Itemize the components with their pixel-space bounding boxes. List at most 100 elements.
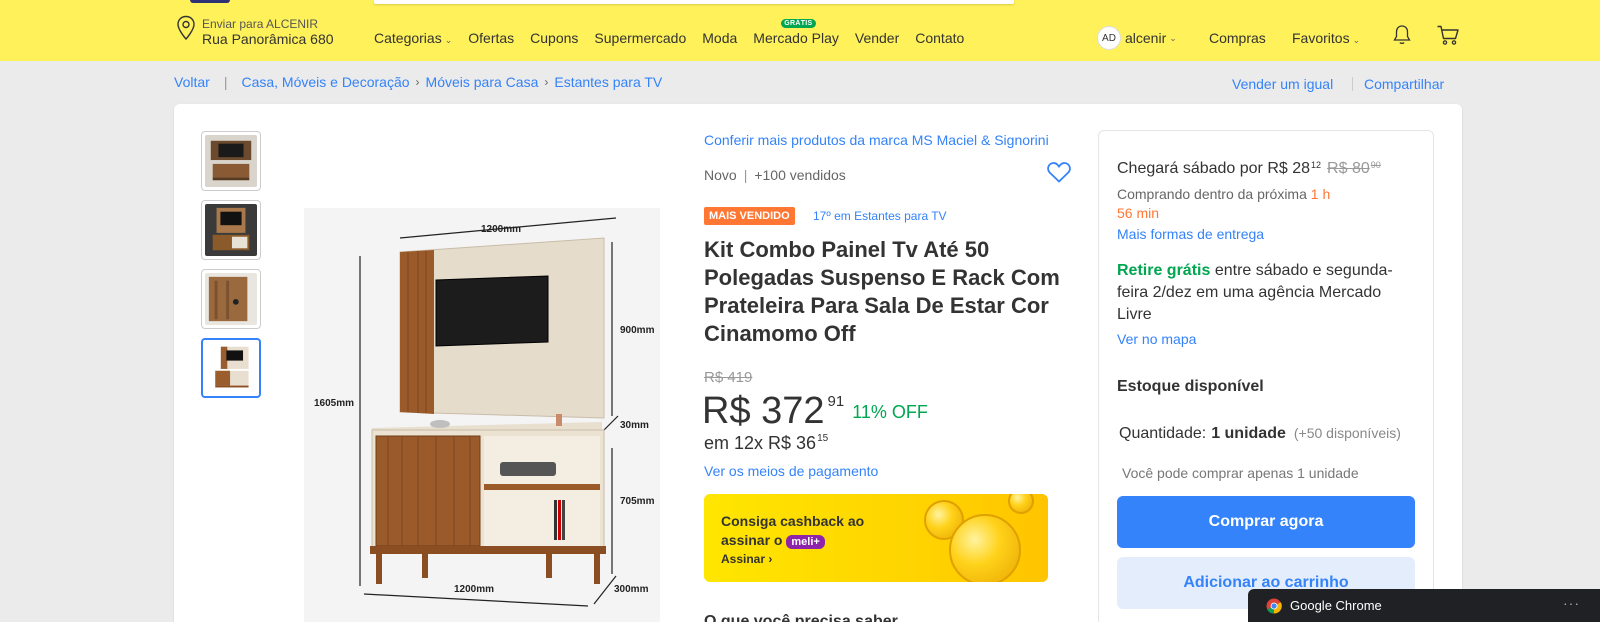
nav-vender[interactable]: Vender [855,30,899,46]
chevron-down-icon: ⌄ [1169,32,1177,43]
product-main-image[interactable]: 1200mm 1605mm 900mm 30mm 705mm 1200mm 30… [304,208,660,622]
stock-status: Estoque disponível [1117,378,1264,395]
original-shipping-cents: 90 [1370,160,1381,170]
breadcrumb-item[interactable]: Móveis para Casa [426,74,539,90]
chevron-right-icon: › [544,75,549,89]
section-heading-peek: O que você precisa saber [704,613,898,622]
nav-mercado-play[interactable]: GRÁTIS Mercado Play [753,19,839,46]
favorite-heart-icon[interactable] [1046,160,1072,184]
coin-icon [949,514,1021,582]
product-image [206,343,256,393]
map-link[interactable]: Ver no mapa [1117,331,1196,347]
original-shipping: R$ 80 90 [1327,160,1381,178]
installments-value: em 12x R$ 36 [704,433,817,453]
price-cents: 91 [827,393,845,410]
gallery-thumbnail[interactable] [201,269,261,329]
compras-link[interactable]: Compras [1209,30,1266,46]
dimension-label: 705mm [620,496,655,507]
nav-label: Categorias [374,30,442,46]
quantity-selector[interactable]: Quantidade: 1 unidade (+50 disponíveis) [1119,425,1401,443]
chevron-down-icon: ⌄ [444,35,453,45]
arrival-cents: 12 [1311,160,1322,170]
cart-icon[interactable] [1436,24,1460,46]
price-value: R$ 372 [702,390,825,432]
arrival-text: Chegará sábado por R$ 28 [1117,160,1311,177]
share-link[interactable]: Compartilhar [1364,76,1444,92]
shipping-cutoff: Comprando dentro da próxima 1 h 56 min [1117,185,1397,223]
gallery-thumbnail[interactable] [201,200,261,260]
search-input[interactable] [374,0,1014,4]
cashback-line: assinar o [721,532,783,548]
gallery-thumbnail[interactable] [201,131,261,191]
delivery-location[interactable]: Enviar para ALCENIR Rua Panorâmica 680 [176,14,334,47]
installments: em 12x R$ 36 15 [704,433,828,454]
nav-label: Mercado Play [753,30,839,46]
notification-title: Google Chrome [1290,598,1382,613]
dimension-label: 1605mm [314,398,354,409]
sell-same-link[interactable]: Vender um igual [1232,76,1333,92]
dimension-label: 1200mm [454,584,494,595]
quantity-available: (+50 disponíveis) [1293,425,1401,441]
nav-categorias[interactable]: Categorias ⌄ [374,30,452,46]
product-image [205,273,257,325]
current-price: R$ 372 91 11% OFF [702,389,928,433]
cashback-banner[interactable]: Consiga cashback ao assinar o meli+ Assi… [704,494,1048,582]
cutoff-time: 56 min [1117,205,1160,221]
main-nav: Categorias ⌄ Ofertas Cupons Supermercado … [374,19,980,46]
payment-methods-link[interactable]: Ver os meios de pagamento [704,463,878,479]
more-options-icon[interactable]: ··· [1563,595,1580,611]
chevron-down-icon: ⌄ [1352,35,1361,45]
dimension-label: 900mm [620,325,655,336]
best-seller-badge: MAIS VENDIDO [704,207,795,225]
meli-plus-logo: meli+ [786,535,825,549]
nav-moda[interactable]: Moda [702,30,737,46]
dimension-label: 1200mm [481,224,521,235]
chrome-icon [1266,598,1282,614]
quantity-label: Quantidade: [1119,425,1207,442]
breadcrumb-item[interactable]: Casa, Móveis e Decoração [241,74,409,90]
location-label: Enviar para ALCENIR [202,17,319,31]
location-pin-icon [177,15,195,41]
coin-icon [1008,494,1034,514]
cashback-line: Consiga cashback ao [721,513,865,529]
location-address: Rua Panorâmica 680 [202,31,334,47]
divider: | [743,167,748,183]
user-name: alcenir [1125,30,1167,46]
back-link[interactable]: Voltar [174,74,210,90]
condition: Novo [704,167,737,183]
favoritos-label: Favoritos [1292,30,1350,46]
dimension-label: 30mm [620,420,649,431]
original-shipping-value: R$ 80 [1327,160,1370,177]
free-badge: GRÁTIS [781,19,816,28]
more-shipping-link[interactable]: Mais formas de entrega [1117,226,1264,242]
cashback-text: Consiga cashback ao assinar o meli+ [721,512,864,550]
nav-contato[interactable]: Contato [915,30,964,46]
subscribe-link[interactable]: Assinar › [721,552,772,566]
pickup-info: Retire grátis entre sábado e segunda-fei… [1117,260,1417,326]
cutoff-text: Comprando dentro da próxima [1117,186,1307,202]
gallery-thumbnail-active[interactable] [201,338,261,398]
cutoff-time: 1 h [1310,186,1331,202]
buy-now-button[interactable]: Comprar agora [1117,496,1415,548]
pickup-free: Retire grátis [1117,262,1211,279]
brand-link[interactable]: Conferir mais produtos da marca MS Macie… [704,132,1049,148]
user-menu[interactable]: AD alcenir ⌄ [1097,26,1177,50]
purchase-limit: Você pode comprar apenas 1 unidade [1122,465,1359,481]
ranking-link[interactable]: 17º em Estantes para TV [813,209,947,223]
nav-supermercado[interactable]: Supermercado [594,30,686,46]
favoritos-link[interactable]: Favoritos ⌄ [1292,30,1360,46]
bell-icon[interactable] [1392,24,1412,46]
product-title: Kit Combo Painel Tv Até 50 Polegadas Sus… [704,237,1060,346]
nav-ofertas[interactable]: Ofertas [468,30,514,46]
original-price: R$ 419 [704,369,753,386]
top-header: Enviar para ALCENIR Rua Panorâmica 680 C… [0,0,1600,61]
divider [1352,77,1353,91]
sold-count: +100 vendidos [754,167,846,183]
logo-icon[interactable] [190,0,230,3]
breadcrumb-item[interactable]: Estantes para TV [554,74,662,90]
nav-cupons[interactable]: Cupons [530,30,578,46]
chrome-notification[interactable]: Google Chrome ··· [1248,589,1600,622]
subscribe-label: Assinar [721,552,766,566]
chevron-right-icon: › [768,552,773,566]
chevron-right-icon: › [415,75,420,89]
